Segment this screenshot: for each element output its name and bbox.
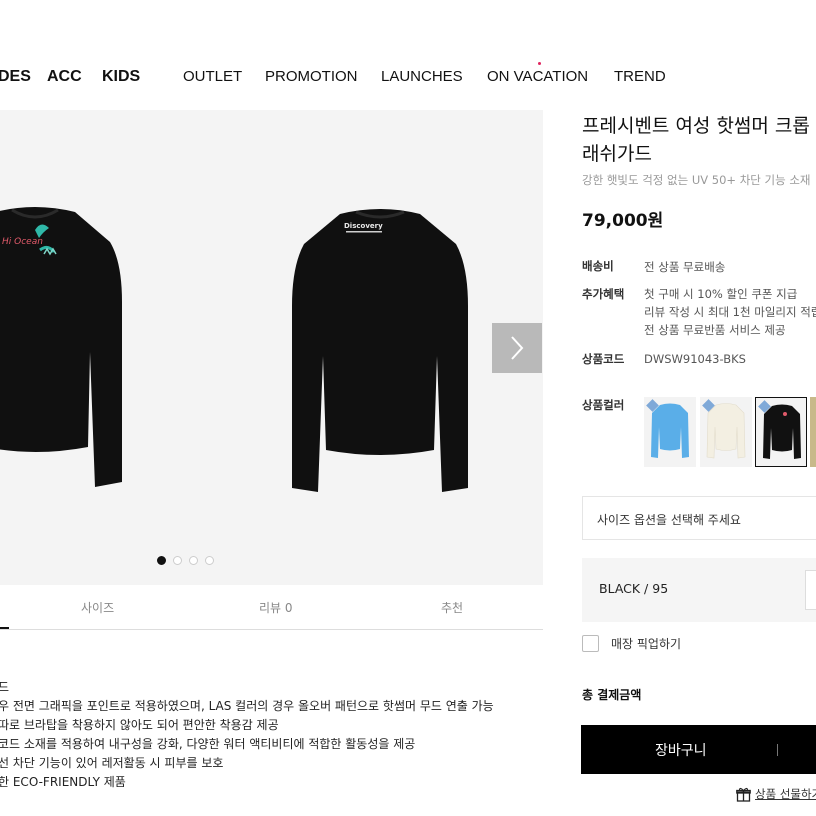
product-code-label: 상품코드	[582, 352, 625, 366]
nav-item-launches[interactable]: LAUNCHES	[381, 68, 463, 85]
tab-size[interactable]: 사이즈	[81, 599, 114, 616]
total-price-label: 총 결제금액	[582, 688, 642, 702]
add-to-cart-button[interactable]: 장바구니	[581, 725, 816, 774]
active-tab-indicator	[0, 627, 9, 629]
top-navigation: DES ACC KIDS OUTLET PROMOTION LAUNCHES O…	[0, 0, 816, 100]
description-line: 드	[0, 680, 10, 694]
gift-icon	[736, 787, 751, 802]
product-code-value: DWSW91043-BKS	[644, 352, 746, 366]
back-logo-text: Discovery	[344, 222, 383, 230]
selected-option-label: BLACK / 95	[599, 581, 669, 596]
benefit-item: 첫 구매 시 10% 할인 쿠폰 지급	[644, 287, 798, 301]
gift-product-link[interactable]: 상품 선물하기	[736, 786, 816, 802]
gallery-pagination	[157, 556, 214, 565]
benefit-item: 전 상품 무료반품 서비스 제공	[644, 323, 786, 337]
product-color-label: 상품컬러	[582, 398, 625, 412]
store-pickup-checkbox[interactable]	[582, 634, 599, 652]
shipping-value: 전 상품 무료배송	[644, 260, 726, 274]
quantity-stepper[interactable]	[805, 570, 816, 610]
pagination-dot[interactable]	[205, 556, 214, 565]
button-divider	[777, 744, 778, 756]
product-detail-tabs: 사이즈 리뷰 0 추천	[0, 585, 543, 630]
description-line: 선 차단 기능이 있어 레저활동 시 피부를 보호	[0, 756, 224, 770]
nav-item-promotion[interactable]: PROMOTION	[265, 68, 358, 85]
benefit-label: 추가혜택	[582, 287, 625, 301]
product-subtitle: 강한 햇빛도 걱정 없는 UV 50+ 차단 기능 소재	[582, 173, 811, 187]
new-indicator-dot	[538, 62, 541, 65]
gift-label: 상품 선물하기	[755, 787, 816, 801]
next-image-button[interactable]	[492, 323, 542, 373]
product-price: 79,000원	[582, 211, 664, 231]
product-image-back: Discovery	[292, 209, 468, 492]
chevron-right-icon	[511, 336, 524, 360]
pagination-dot[interactable]	[157, 556, 166, 565]
store-pickup-label: 매장 픽업하기	[611, 636, 682, 651]
pagination-dot[interactable]	[189, 556, 198, 565]
nav-item-acc[interactable]: ACC	[47, 68, 82, 86]
description-line: 따로 브라탑을 착용하지 않아도 되어 편안한 착용감 제공	[0, 718, 279, 732]
product-image-front: Hi Ocean	[0, 207, 122, 487]
cart-button-label: 장바구니	[655, 743, 707, 759]
description-line: 한 ECO-FRIENDLY 제품	[0, 775, 126, 789]
benefit-list: 첫 구매 시 10% 할인 쿠폰 지급 리뷰 작성 시 최대 1천 마일리지 적…	[644, 285, 816, 339]
size-option-select[interactable]: 사이즈 옵션을 선택해 주세요	[582, 496, 816, 540]
description-line: 우 전면 그래픽을 포인트로 적용하였으며, LAS 컬러의 경우 올오버 패턴…	[0, 699, 494, 713]
nav-item-shoes[interactable]: DES	[0, 68, 31, 86]
color-swatch-sky-blue[interactable]	[644, 397, 696, 467]
nav-item-outlet[interactable]: OUTLET	[183, 68, 242, 85]
product-title: 프레시벤트 여성 핫썸머 크롭 래쉬가드	[582, 115, 810, 165]
color-swatch-ivory[interactable]	[700, 397, 752, 467]
product-image-gallery[interactable]: Hi Ocean Discovery	[0, 110, 543, 585]
selected-option-box: BLACK / 95	[582, 558, 816, 622]
nav-item-trend[interactable]: TREND	[614, 68, 666, 85]
tab-review[interactable]: 리뷰 0	[259, 599, 293, 616]
benefit-item: 리뷰 작성 시 최대 1천 마일리지 적립	[644, 305, 816, 319]
nav-item-kids[interactable]: KIDS	[102, 68, 140, 86]
pagination-dot[interactable]	[173, 556, 182, 565]
description-line: 코드 소재를 적용하여 내구성을 강화, 다양한 워터 액티비티에 적합한 활동…	[0, 737, 416, 751]
color-swatch-black[interactable]	[755, 397, 807, 467]
shipping-label: 배송비	[582, 259, 614, 273]
store-pickup-option[interactable]: 매장 픽업하기	[582, 634, 681, 652]
front-logo-text: Hi Ocean	[2, 237, 43, 247]
nav-item-on-vacation[interactable]: ON VACATION	[487, 68, 588, 85]
product-description: 드 우 전면 그래픽을 포인트로 적용하였으며, LAS 컬러의 경우 올오버 …	[0, 678, 543, 792]
color-swatch-pattern[interactable]	[810, 397, 816, 467]
tab-recommend[interactable]: 추천	[441, 599, 463, 616]
